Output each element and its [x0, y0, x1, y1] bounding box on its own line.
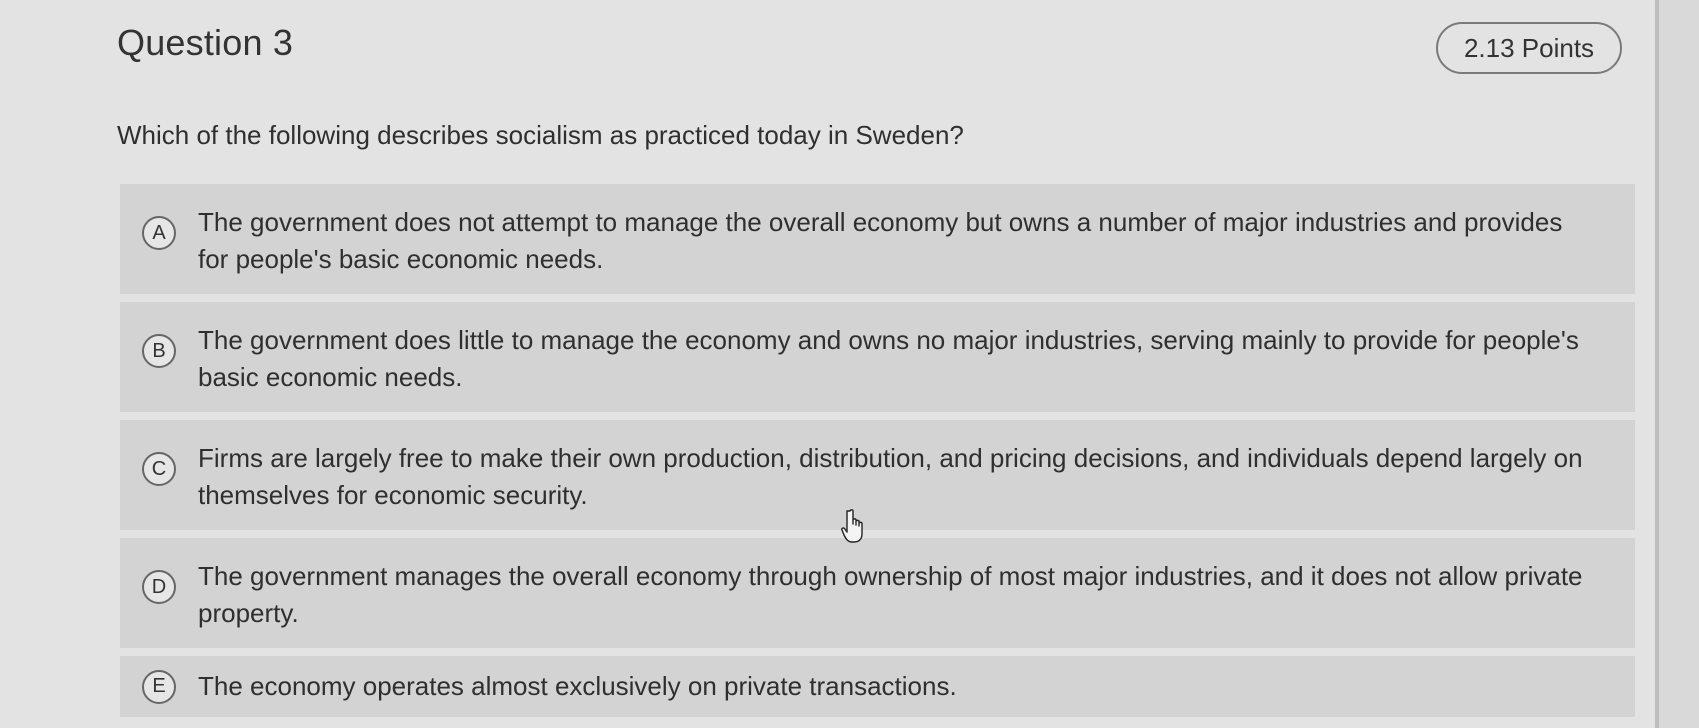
answer-option-c[interactable]: C Firms are largely free to make their o…	[120, 420, 1635, 530]
option-text-c: Firms are largely free to make their own…	[198, 443, 1583, 510]
option-letter-a[interactable]: A	[142, 216, 176, 250]
option-letter-b[interactable]: B	[142, 334, 176, 368]
page-edge	[1655, 0, 1659, 728]
option-text-b: The government does little to manage the…	[198, 325, 1579, 392]
hand-pointer-icon	[841, 509, 863, 543]
option-letter-c[interactable]: C	[142, 452, 176, 486]
answer-options: A The government does not attempt to man…	[120, 184, 1635, 725]
quiz-page: Question 3 2.13 Points Which of the foll…	[0, 0, 1655, 728]
question-title: Question 3	[117, 22, 294, 63]
option-text-a: The government does not attempt to manag…	[198, 207, 1563, 274]
question-prompt: Which of the following describes sociali…	[117, 120, 964, 150]
answer-option-d[interactable]: D The government manages the overall eco…	[120, 538, 1635, 648]
answer-option-a[interactable]: A The government does not attempt to man…	[120, 184, 1635, 294]
option-text-d: The government manages the overall econo…	[198, 561, 1583, 628]
answer-option-b[interactable]: B The government does little to manage t…	[120, 302, 1635, 412]
option-letter-d[interactable]: D	[142, 570, 176, 604]
answer-option-e[interactable]: E The economy operates almost exclusivel…	[120, 656, 1635, 717]
option-letter-e[interactable]: E	[142, 669, 176, 704]
option-text-e: The economy operates almost exclusively …	[198, 671, 957, 701]
points-badge: 2.13 Points	[1436, 22, 1622, 74]
